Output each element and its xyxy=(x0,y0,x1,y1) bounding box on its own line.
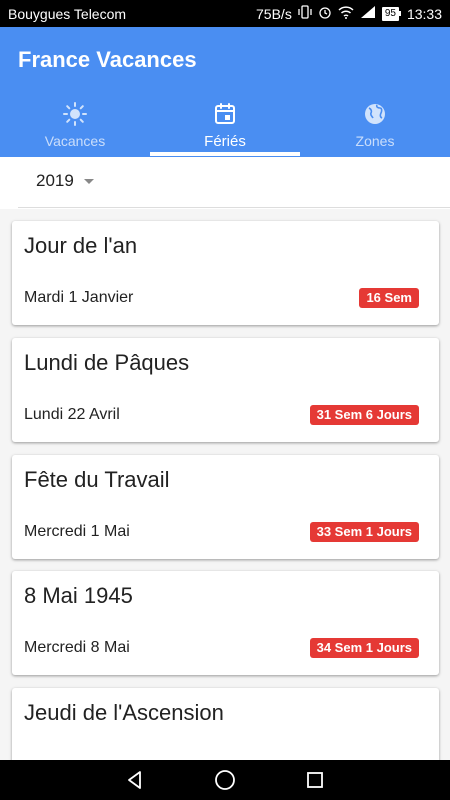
holiday-card[interactable]: 8 Mai 1945 Mercredi 8 Mai 34 Sem 1 Jours xyxy=(12,571,439,675)
battery-icon: 95 xyxy=(381,6,401,21)
countdown-badge: 33 Sem 1 Jours xyxy=(309,522,419,542)
holiday-card[interactable]: Jeudi de l'Ascension xyxy=(12,688,439,760)
tab-feries[interactable]: Fériés xyxy=(150,99,300,157)
holiday-name: Fête du Travail xyxy=(24,467,170,492)
tab-label-zones: Zones xyxy=(355,133,395,149)
holiday-date: Mercredi 1 Mai xyxy=(24,523,130,540)
recents-icon[interactable] xyxy=(303,768,327,792)
holiday-card[interactable]: Lundi de Pâques Lundi 22 Avril 31 Sem 6 … xyxy=(12,338,439,442)
tab-bar: Vacances Fériés Zones xyxy=(0,99,450,157)
countdown-badge: 31 Sem 6 Jours xyxy=(309,405,419,425)
countdown-badge: 16 Sem xyxy=(359,288,419,308)
holiday-date: Lundi 22 Avril xyxy=(24,406,120,423)
active-tab-indicator xyxy=(150,152,300,156)
holiday-date: Mardi 1 Janvier xyxy=(24,289,134,306)
carrier-name: Bouygues Telecom xyxy=(8,5,127,22)
holiday-date: Mercredi 8 Mai xyxy=(24,639,130,656)
home-icon[interactable] xyxy=(213,768,237,792)
dropdown-arrow-icon xyxy=(83,178,94,184)
year-dropdown[interactable]: 2019 xyxy=(36,171,94,191)
alarm-icon xyxy=(318,5,332,22)
tab-zones[interactable]: Zones xyxy=(300,99,450,157)
network-speed: 75B/s xyxy=(256,5,292,22)
year-value: 2019 xyxy=(36,171,74,190)
calendar-icon xyxy=(213,101,237,127)
wifi-icon xyxy=(338,5,354,22)
tab-vacances[interactable]: Vacances xyxy=(0,99,150,157)
vibrate-icon xyxy=(298,5,312,22)
countdown-badge: 34 Sem 1 Jours xyxy=(309,638,419,658)
holiday-name: Lundi de Pâques xyxy=(24,350,190,375)
year-row: 2019 xyxy=(0,157,450,209)
app-bar: France Vacances Vacances Fériés Zones xyxy=(0,27,450,157)
holiday-card[interactable]: Fête du Travail Mercredi 1 Mai 33 Sem 1 … xyxy=(12,455,439,559)
app-title: France Vacances xyxy=(18,47,197,72)
tab-label-feries: Fériés xyxy=(204,133,246,150)
signal-icon xyxy=(360,5,376,22)
status-bar: Bouygues Telecom 75B/s 95 13:33 xyxy=(0,0,450,27)
holiday-card[interactable]: Jour de l'an Mardi 1 Janvier 16 Sem xyxy=(12,221,439,325)
globe-icon xyxy=(363,101,387,127)
holiday-name: Jeudi de l'Ascension xyxy=(24,700,224,725)
status-icons: 75B/s 95 13:33 xyxy=(256,5,442,22)
back-icon[interactable] xyxy=(123,768,147,792)
holiday-name: 8 Mai 1945 xyxy=(24,583,133,608)
holiday-list: 2019 Jour de l'an Mardi 1 Janvier 16 Sem… xyxy=(0,157,450,760)
clock: 13:33 xyxy=(406,5,442,22)
battery-level: 95 xyxy=(381,6,399,21)
system-nav-bar xyxy=(0,760,450,800)
holiday-name: Jour de l'an xyxy=(24,233,138,258)
divider xyxy=(18,207,450,208)
sun-icon xyxy=(62,101,88,127)
tab-label-vacances: Vacances xyxy=(44,133,106,149)
